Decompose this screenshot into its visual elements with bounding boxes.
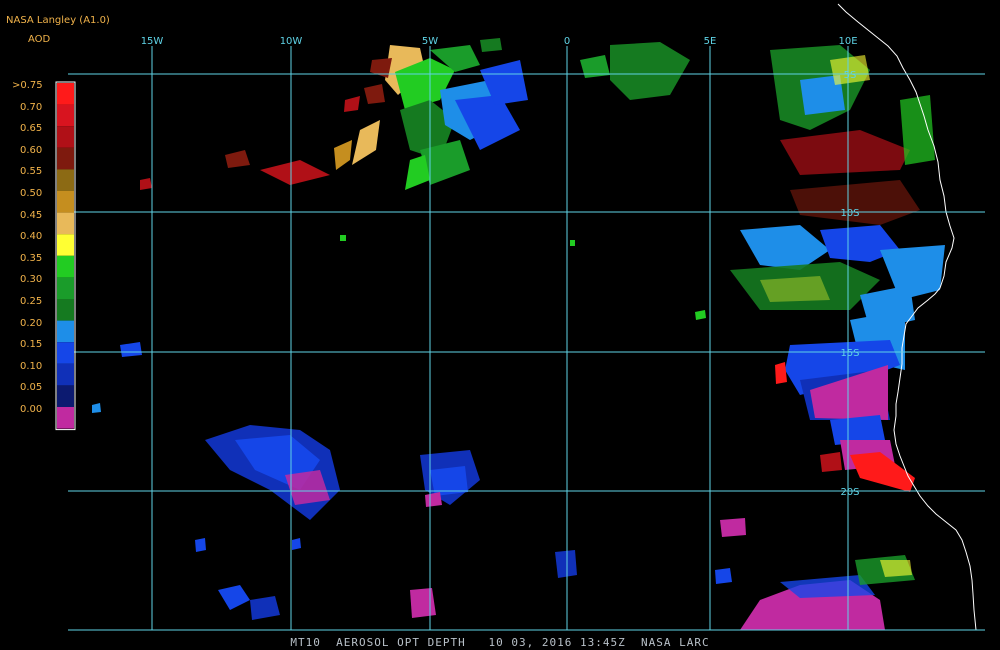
- latitude-label: 5S: [844, 70, 857, 81]
- color-scale-label: 0.65: [20, 123, 43, 135]
- color-scale-label: 0.15: [20, 339, 43, 351]
- color-scale-label: 0.35: [20, 252, 43, 264]
- color-scale-label: 0.70: [20, 101, 43, 113]
- color-scale-swatch: [57, 83, 74, 105]
- map-caption: MT10 AEROSOL OPT DEPTH 10 03, 2016 13:45…: [290, 636, 710, 649]
- color-scale-label: 0.25: [20, 296, 43, 307]
- color-scale-label: 0.50: [20, 188, 43, 199]
- color-scale-label: 0.45: [20, 209, 43, 221]
- aod-retrieval-patches: [92, 38, 945, 630]
- color-scale-label: 0.30: [20, 274, 43, 286]
- color-scale-label: 0.10: [20, 360, 43, 372]
- longitude-label: 5W: [422, 36, 438, 47]
- longitude-label: 5E: [704, 36, 717, 47]
- color-scale-label: 0.40: [20, 231, 43, 243]
- longitude-label: 10E: [838, 36, 857, 47]
- color-scale-label: 0.55: [20, 166, 43, 178]
- longitude-label: 10W: [280, 36, 303, 47]
- color-scale-label: 0.20: [20, 317, 43, 329]
- aerosol-map: 15W 10W 5W 0 5E 10E 5S 10S 15S 20S: [55, 3, 985, 631]
- color-scale-label: >0.75: [12, 80, 43, 91]
- longitude-label: 0: [564, 36, 570, 47]
- latitude-label: 20S: [840, 487, 859, 498]
- longitude-label: 15W: [141, 36, 164, 47]
- latitude-label: 10S: [840, 208, 859, 219]
- color-scale-label: 0.00: [20, 404, 43, 415]
- color-scale-label: 0.60: [20, 144, 43, 156]
- latitude-label: 15S: [840, 348, 859, 359]
- color-scale-label: 0.05: [20, 382, 43, 394]
